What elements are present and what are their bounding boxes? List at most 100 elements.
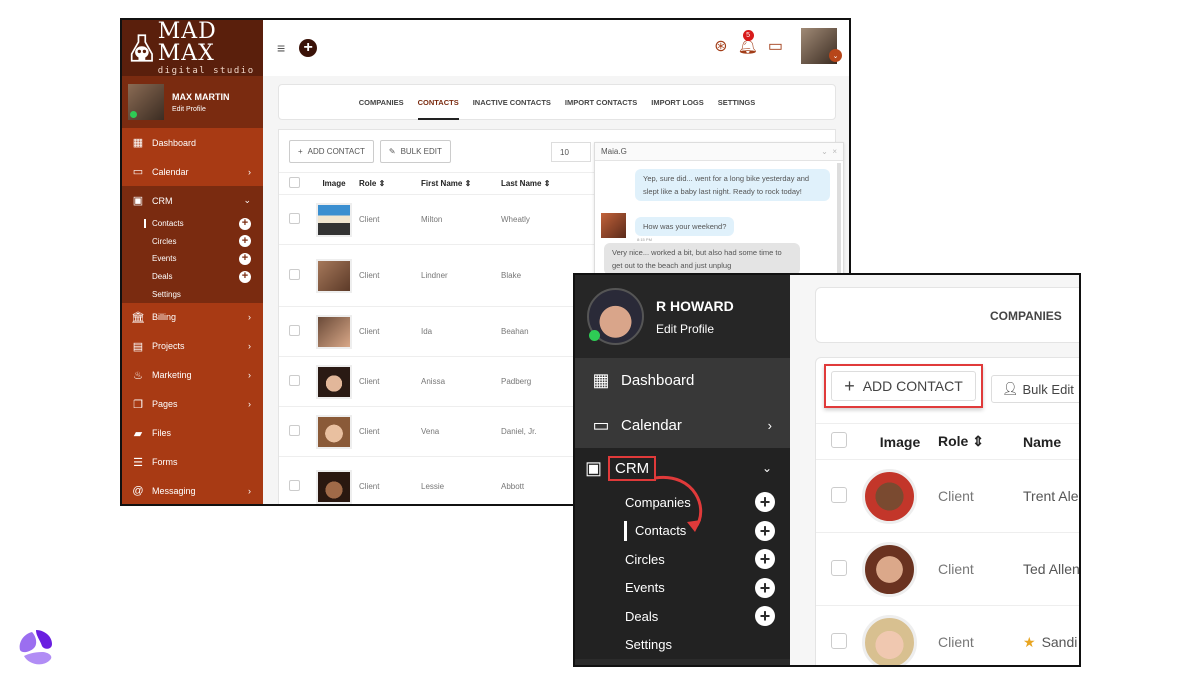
bell-icon[interactable]: 🔔︎ 5 [738,30,758,56]
sidebar-subitem-settings[interactable]: Settings [575,631,790,660]
cell-role: Client [359,406,421,457]
tab-companies[interactable]: COMPANIES [990,309,1062,323]
row-checkbox[interactable] [289,480,300,491]
contacts-table: Image Role ⇕ Name Client Trent Ale Client… [816,423,1079,665]
col-role[interactable]: Role ⇕ [359,172,421,195]
sidebar-subitem-events[interactable]: Events + [575,574,790,603]
subitem-label: Settings [625,637,672,653]
edit-profile-link[interactable]: Edit Profile [172,106,230,113]
avatar[interactable] [128,84,164,120]
row-checkbox[interactable] [289,213,300,224]
col-first-name[interactable]: First Name ⇕ [421,172,501,195]
cell-first-name: Milton [421,194,501,245]
hamburger-menu-icon[interactable]: ≡ [277,40,285,56]
skull-flask-icon [130,34,153,62]
select-all-checkbox[interactable] [831,432,847,448]
cell-name: Sandi [1041,633,1078,650]
tab-companies[interactable]: COMPANIES [359,94,404,111]
online-status-dot [589,330,600,341]
contact-photo [862,468,917,524]
select-all-checkbox[interactable] [289,177,300,188]
sidebar-subitem-circles[interactable]: Circles + [575,545,790,574]
sidebar-subitem-settings[interactable]: Settings [122,285,263,303]
add-icon[interactable]: + [755,492,775,513]
minimize-chevron-icon[interactable]: ⌄ [821,147,828,156]
row-checkbox[interactable] [289,269,300,280]
table-row[interactable]: Client Trent Ale [816,459,1079,533]
user-avatar[interactable]: ⌄ [801,28,842,64]
add-icon[interactable]: + [239,217,251,230]
sidebar-subitem-deals[interactable]: Deals + [122,268,263,286]
sidebar-item-dashboard[interactable]: ▦ Dashboard [575,358,790,403]
bulk-edit-button[interactable]: ✎ BULK EDIT [379,140,451,163]
sidebar-item-dashboard[interactable]: ▦ Dashboard [122,128,263,157]
sidebar-item-messaging[interactable]: @ Messaging › [122,477,263,504]
chat-icon[interactable]: ▭ [768,36,783,56]
sidebar-item-projects[interactable]: ▤ Projects › [122,332,263,361]
bulk-edit-button[interactable]: 👤︎ Bulk Edit [991,375,1079,403]
sidebar-item-calendar[interactable]: ▭ Calendar › [575,403,790,448]
tab-settings[interactable]: SETTINGS [718,94,756,111]
add-icon[interactable]: + [755,606,775,627]
sidebar-subitem-contacts[interactable]: Contacts + [122,215,263,233]
sidebar-subitem-circles[interactable]: Circles + [122,233,263,251]
tab-import-contacts[interactable]: IMPORT CONTACTS [565,94,637,111]
sidebar-nav: ▦ Dashboard ▭ Calendar › [575,358,790,448]
tab-inactive-contacts[interactable]: INACTIVE CONTACTS [473,94,551,111]
edit-profile-link[interactable]: Edit Profile [656,322,734,336]
lifebuoy-icon[interactable]: ⊛ [714,36,727,56]
sidebar: R HOWARD Edit Profile ▦ Dashboard ▭ Calend… [575,275,790,665]
sidebar-item-crm[interactable]: ▣ CRM ⌄ [122,186,263,215]
brand-logo[interactable]: MAD MAX digital studio [122,20,263,76]
row-checkbox[interactable] [289,425,300,436]
table-row[interactable]: Client ★ Sandi [816,605,1079,665]
row-checkbox[interactable] [289,325,300,336]
close-icon[interactable]: × [832,147,837,156]
cell-first-name: Lessie [421,456,501,504]
sidebar-subitem-deals[interactable]: Deals + [575,602,790,631]
chevron-right-icon: › [248,166,251,177]
contact-photo [316,364,352,399]
add-contact-button[interactable]: + ADD CONTACT [289,140,374,163]
tab-contacts[interactable]: CONTACTS [417,94,459,120]
add-icon[interactable]: + [755,577,775,598]
add-icon[interactable]: + [239,252,251,265]
col-image: Image [309,172,359,195]
add-icon[interactable]: + [239,270,251,283]
row-checkbox[interactable] [289,375,300,386]
add-icon[interactable]: + [239,235,251,248]
sidebar-item-calendar[interactable]: ▭ Calendar › [122,157,263,186]
sidebar-item-label: Forms [152,457,178,468]
sidebar-item-label: CRM [152,195,173,206]
add-icon[interactable]: + [755,520,775,541]
add-icon[interactable]: + [755,549,775,570]
col-image: Image [862,423,938,460]
page-size-select[interactable]: 10 [551,142,591,162]
sidebar-item-label: Dashboard [621,372,695,389]
row-checkbox[interactable] [831,559,847,576]
tab-import-logs[interactable]: IMPORT LOGS [651,94,704,111]
star-icon[interactable]: ★ [1023,634,1036,650]
chat-header[interactable]: Maia.G ⌄ × [595,143,843,161]
contact-photo [316,202,352,237]
row-checkbox[interactable] [831,486,847,503]
col-name[interactable]: Name [1023,423,1079,460]
sidebar-item-files[interactable]: ▰ Files [122,419,263,448]
add-contact-button[interactable]: + ADD CONTACT [831,371,976,401]
col-role[interactable]: Role ⇕ [938,423,1023,460]
avatar[interactable] [587,288,644,345]
contact-photo [316,258,352,293]
table-row[interactable]: Client Ted Allen [816,532,1079,606]
sidebar-item-pages[interactable]: ❐ Pages › [122,390,263,419]
add-circle-button[interactable]: + [299,39,318,57]
cell-role: Client [938,532,1023,606]
chevron-down-icon[interactable]: ⌄ [829,49,842,62]
contact-photo [316,469,352,504]
row-checkbox[interactable] [831,632,847,649]
sidebar-subitem-events[interactable]: Events + [122,250,263,268]
sidebar-item-marketing[interactable]: ♨ Marketing › [122,361,263,390]
sidebar-item-forms[interactable]: ☰ Forms [122,448,263,477]
sidebar-item-billing[interactable]: 🏛 Billing › [122,303,263,332]
select-all-cell [816,423,862,460]
sidebar-item-label: Pages [152,399,178,410]
